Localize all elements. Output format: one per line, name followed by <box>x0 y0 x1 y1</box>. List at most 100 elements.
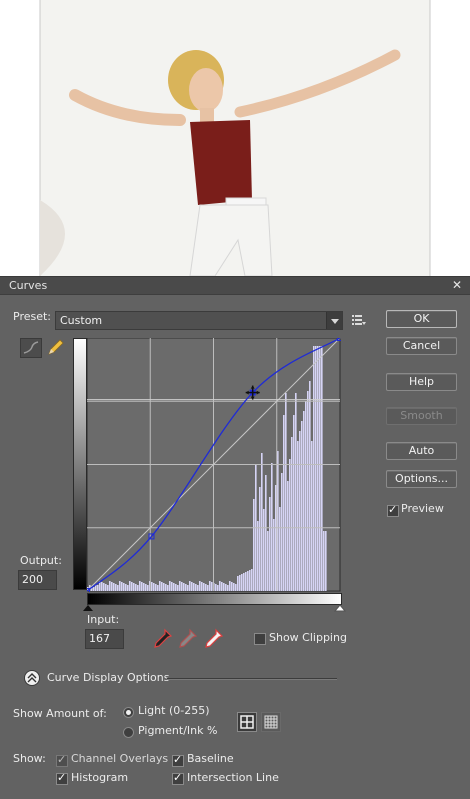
histogram-bar <box>283 415 285 591</box>
options-button[interactable]: Options... <box>386 470 457 488</box>
histogram-checkbox[interactable] <box>56 771 68 785</box>
histogram-bar <box>299 431 301 591</box>
output-gradient <box>73 338 87 590</box>
histogram-bar <box>103 583 105 591</box>
histogram-bar <box>193 583 195 591</box>
grid-coarse-icon[interactable] <box>237 712 257 732</box>
input-label: Input: <box>87 613 120 626</box>
channel-overlays-checkbox[interactable] <box>56 753 68 767</box>
histogram-bar <box>205 584 207 591</box>
help-button[interactable]: Help <box>386 373 457 391</box>
histogram-bar <box>163 583 165 591</box>
histogram-bar <box>251 569 253 591</box>
histogram-bar <box>267 531 269 591</box>
dialog-title: Curves <box>9 279 48 292</box>
black-eyedropper-icon[interactable] <box>152 628 174 650</box>
preset-menu-icon[interactable] <box>352 314 366 326</box>
auto-button[interactable]: Auto <box>386 442 457 460</box>
histogram-bar <box>105 584 107 591</box>
histogram-bar <box>145 584 147 591</box>
histogram-bar <box>137 585 139 591</box>
histogram-bar <box>123 583 125 591</box>
curve-tool-icon[interactable] <box>20 338 42 358</box>
baseline-checkbox[interactable] <box>172 753 184 767</box>
histogram-bar <box>207 585 209 591</box>
histogram-bar <box>321 346 323 591</box>
histogram-bar <box>151 582 153 591</box>
histogram-bar <box>199 581 201 591</box>
gray-eyedropper-icon[interactable] <box>177 628 199 650</box>
baseline-label: Baseline <box>187 752 234 765</box>
histogram-bar <box>153 583 155 591</box>
output-field[interactable]: 200 <box>18 570 57 590</box>
white-eyedropper-icon[interactable] <box>203 628 225 650</box>
histogram-bar <box>117 585 119 591</box>
histogram-bar <box>195 584 197 591</box>
histogram-bar <box>131 582 133 591</box>
histogram-bar <box>125 584 127 591</box>
histogram-bar <box>287 481 289 591</box>
pigment-radio[interactable] <box>123 727 134 738</box>
curve-graph[interactable] <box>87 338 341 592</box>
histogram-bar <box>109 581 111 591</box>
histogram-bar <box>225 584 227 591</box>
expand-icon[interactable] <box>24 670 40 686</box>
histogram-bar <box>191 582 193 591</box>
histogram-bar <box>301 421 303 591</box>
histogram-bar <box>307 391 309 591</box>
histogram-bar <box>273 519 275 591</box>
pigment-radio-label: Pigment/Ink % <box>138 724 218 737</box>
input-gradient <box>87 593 342 605</box>
histogram-bar <box>229 581 231 591</box>
histogram-bar <box>147 585 149 591</box>
histogram-bar <box>187 585 189 591</box>
show-clipping-label: Show Clipping <box>269 631 347 644</box>
chevron-down-icon[interactable] <box>326 312 342 329</box>
histogram-bar <box>263 509 265 591</box>
histogram-bar <box>305 401 307 591</box>
preview-checkbox[interactable] <box>387 503 399 517</box>
cancel-button[interactable]: Cancel <box>386 337 457 355</box>
histogram-bar <box>219 581 221 591</box>
image-preview <box>0 0 470 276</box>
light-radio-label: Light (0-255) <box>138 704 210 717</box>
ok-button[interactable]: OK <box>386 310 457 328</box>
histogram-bar <box>197 585 199 591</box>
histogram-bar <box>107 585 109 591</box>
histogram-label: Histogram <box>71 771 129 784</box>
histogram-bar <box>155 584 157 591</box>
histogram-bar <box>143 583 145 591</box>
histogram-bar <box>101 582 103 591</box>
histogram-bar <box>169 581 171 591</box>
pencil-icon[interactable] <box>45 338 65 356</box>
divider <box>167 678 337 680</box>
histogram-bar <box>319 346 321 591</box>
light-radio[interactable] <box>123 707 134 718</box>
smooth-button[interactable]: Smooth <box>386 407 457 425</box>
input-field[interactable]: 167 <box>85 629 124 649</box>
channel-overlays-label: Channel Overlays <box>71 752 169 765</box>
histogram-bar <box>245 572 247 591</box>
histogram-bar <box>217 585 219 591</box>
show-amount-label: Show Amount of: <box>13 707 107 720</box>
histogram-bar <box>135 584 137 591</box>
histogram-bar <box>175 584 177 591</box>
intersection-line-label: Intersection Line <box>187 771 279 784</box>
show-clipping-checkbox[interactable] <box>254 633 266 645</box>
close-icon[interactable]: ✕ <box>452 278 462 292</box>
histogram-bar <box>113 583 115 591</box>
histogram-bar <box>203 583 205 591</box>
photo-canvas <box>39 0 431 276</box>
histogram-bar <box>209 581 211 591</box>
white-point-slider[interactable] <box>334 604 346 612</box>
histogram-bar <box>241 574 243 591</box>
histogram-bar <box>119 581 121 591</box>
black-point-slider[interactable] <box>82 604 94 612</box>
grid-fine-icon[interactable] <box>261 712 281 732</box>
title-bar: Curves ✕ <box>0 277 470 295</box>
histogram-bar <box>315 346 317 591</box>
histogram-bar <box>185 584 187 591</box>
histogram-bar <box>233 583 235 591</box>
preset-dropdown[interactable]: Custom <box>55 311 343 330</box>
intersection-line-checkbox[interactable] <box>172 771 184 785</box>
